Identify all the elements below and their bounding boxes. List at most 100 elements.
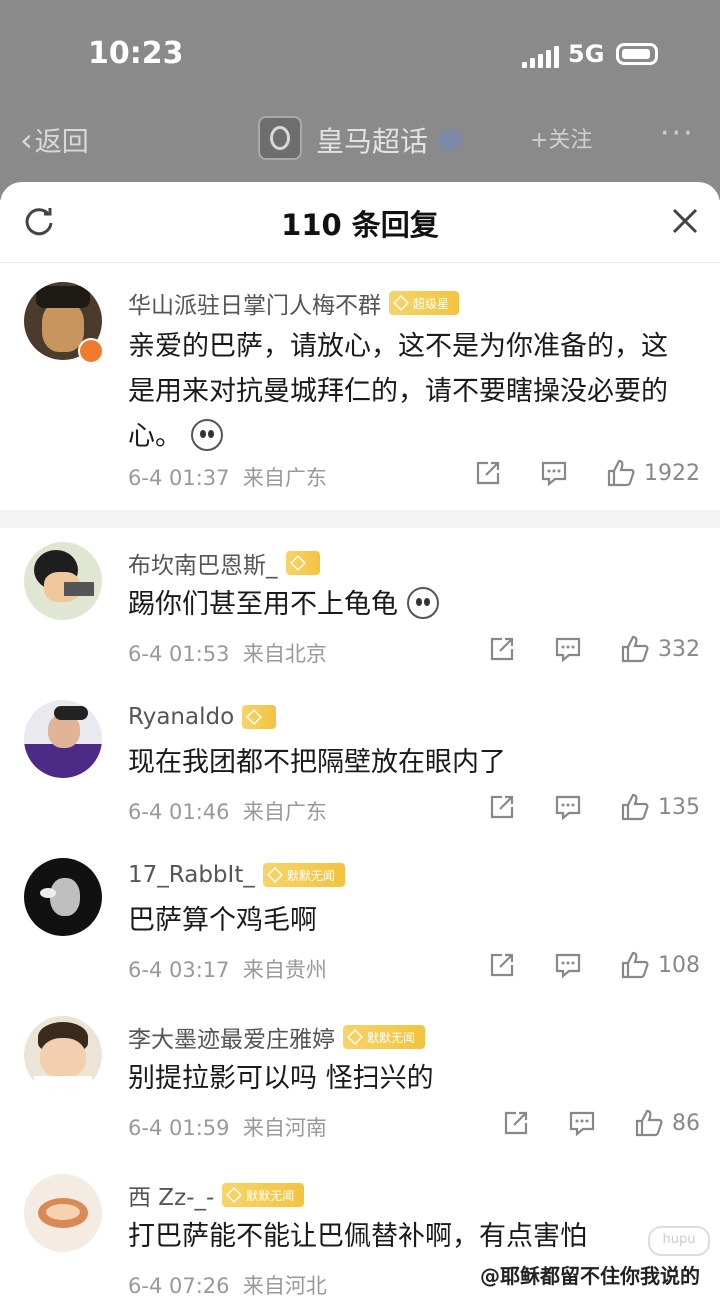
reply-actions: 332 [488, 634, 700, 664]
reply-content: 别提拉影可以吗 怪扫兴的 [128, 1056, 688, 1101]
reply-location: 来自贵州 [242, 958, 327, 982]
thumbs-up-icon [621, 793, 649, 821]
verified-badge-icon [78, 338, 104, 364]
reply-location: 来自北京 [242, 642, 327, 666]
like-button[interactable]: 108 [620, 950, 700, 980]
share-icon[interactable] [502, 1109, 530, 1137]
comment-icon[interactable] [554, 793, 582, 821]
reply-item: 17_RabbIt_ 默默无闻 巴萨算个鸡毛啊 6-4 03:17 来自贵州 1… [0, 858, 720, 988]
reply-date: 6-4 01:53 [128, 642, 230, 666]
thumbs-up-icon [635, 1109, 663, 1137]
signal-icon [522, 46, 559, 68]
reply-content: 亲爱的巴萨，请放心，这不是为你准备的，这是用来对抗曼城拜仁的，请不要瞎操没必要的… [128, 324, 688, 459]
emoji-icon [190, 419, 223, 451]
status-time: 10:23 [88, 36, 184, 71]
thumbs-up-icon [621, 635, 649, 663]
club-logo-icon [258, 116, 302, 160]
username[interactable]: 华山派驻日掌门人梅不群 [128, 286, 381, 320]
like-count: 108 [658, 952, 700, 978]
username[interactable]: 17_RabbIt_ [128, 862, 255, 888]
avatar[interactable] [24, 1174, 102, 1252]
fan-badge-label: 超级星 [413, 296, 450, 311]
more-button[interactable]: ··· [660, 116, 695, 151]
username[interactable]: Ryanaldo [128, 704, 234, 730]
fan-badge-label: 默默无闻 [286, 868, 335, 883]
avatar[interactable] [24, 858, 102, 936]
level-icon [289, 555, 306, 571]
avatar[interactable] [24, 542, 102, 620]
reply-meta: 6-4 01:59 来自河南 [128, 1112, 327, 1142]
fan-badge: 默默无闻 [343, 1025, 426, 1049]
reply-content: 打巴萨能不能让巴佩替补啊，有点害怕 [128, 1214, 688, 1259]
reply-meta: 6-4 01:46 来自广东 [128, 796, 327, 826]
reply-content: 现在我团都不把隔壁放在眼内了 [128, 740, 688, 785]
nav-title: 皇马超话 [316, 125, 429, 158]
fan-badge [285, 551, 320, 575]
back-button[interactable]: ‹ 返回 [20, 120, 89, 159]
like-count: 86 [672, 1110, 700, 1136]
level-icon [226, 1187, 243, 1203]
reply-content: 踢你们甚至用不上龟龟 [128, 582, 688, 627]
like-count: 1922 [644, 460, 700, 486]
reply-item: 华山派驻日掌门人梅不群 超级星 亲爱的巴萨，请放心，这不是为你准备的，这是用来对… [0, 282, 720, 512]
weibo-watermark: @耶稣都留不住你我说的 [480, 1264, 700, 1288]
username[interactable]: 布坎南巴恩斯_ [128, 546, 278, 580]
reply-text: 踢你们甚至用不上龟龟 [128, 589, 398, 620]
comment-icon[interactable] [540, 459, 568, 487]
topic-badge-icon [438, 130, 462, 150]
divider [0, 510, 720, 528]
like-count: 135 [658, 794, 700, 820]
follow-button[interactable]: +关注 [530, 122, 592, 154]
username[interactable]: 李大墨迹最爱庄雅婷 [128, 1020, 335, 1054]
reply-item: 李大墨迹最爱庄雅婷 默默无闻 别提拉影可以吗 怪扫兴的 6-4 01:59 来自… [0, 1016, 720, 1146]
like-button[interactable]: 86 [634, 1108, 700, 1138]
reply-item: 布坎南巴恩斯_ 踢你们甚至用不上龟龟 6-4 01:53 来自北京 332 [0, 542, 720, 672]
reply-actions: 86 [502, 1108, 700, 1138]
emoji-icon [406, 587, 439, 619]
share-icon[interactable] [488, 793, 516, 821]
reply-content: 巴萨算个鸡毛啊 [128, 898, 688, 943]
reply-date: 6-4 07:26 [128, 1274, 230, 1298]
sheet-header: 110 条回复 [0, 182, 720, 263]
comment-icon[interactable] [554, 635, 582, 663]
thumbs-up-icon [621, 951, 649, 979]
nav-bar: ‹ 返回 皇马超话 +关注 ··· [0, 110, 720, 170]
back-label: 返回 [34, 127, 89, 158]
fan-badge: 超级星 [389, 291, 460, 315]
reply-actions: 135 [488, 792, 700, 822]
hupu-watermark: hupu [648, 1226, 710, 1256]
reply-text: 打巴萨能不能让巴佩替补啊，有点害怕 [128, 1221, 587, 1252]
replies-sheet: 110 条回复 华山派驻日掌门人梅不群 超级星 亲爱的巴萨，请放心，这不是为你准… [0, 182, 720, 1298]
reply-date: 6-4 01:37 [128, 466, 230, 490]
reply-location: 来自河北 [242, 1274, 327, 1298]
comment-icon[interactable] [568, 1109, 596, 1137]
reply-actions: 108 [488, 950, 700, 980]
like-button[interactable]: 135 [620, 792, 700, 822]
close-icon[interactable] [670, 206, 700, 236]
status-bar: 10:23 5G [0, 30, 720, 80]
level-icon [393, 295, 409, 311]
like-button[interactable]: 1922 [606, 458, 700, 488]
reply-meta: 6-4 07:26 来自河北 [128, 1270, 327, 1300]
network-label: 5G [568, 40, 605, 68]
share-icon[interactable] [474, 459, 502, 487]
like-button[interactable]: 332 [620, 634, 700, 664]
reply-date: 6-4 01:59 [128, 1116, 230, 1140]
battery-icon [616, 43, 658, 65]
level-icon [246, 709, 263, 725]
reply-location: 来自河南 [242, 1116, 327, 1140]
level-icon [266, 867, 283, 883]
comment-icon[interactable] [554, 951, 582, 979]
share-icon[interactable] [488, 951, 516, 979]
sheet-title: 110 条回复 [281, 208, 439, 242]
avatar[interactable] [24, 700, 102, 778]
fan-badge [242, 705, 277, 729]
reply-item: Ryanaldo 现在我团都不把隔壁放在眼内了 6-4 01:46 来自广东 1… [0, 700, 720, 830]
fan-badge: 默默无闻 [262, 863, 345, 887]
username[interactable]: 西 Zz-_- [128, 1178, 214, 1212]
reply-text: 别提拉影可以吗 怪扫兴的 [128, 1063, 434, 1094]
avatar[interactable] [24, 1016, 102, 1094]
like-count: 332 [658, 636, 700, 662]
reply-date: 6-4 03:17 [128, 958, 230, 982]
share-icon[interactable] [488, 635, 516, 663]
